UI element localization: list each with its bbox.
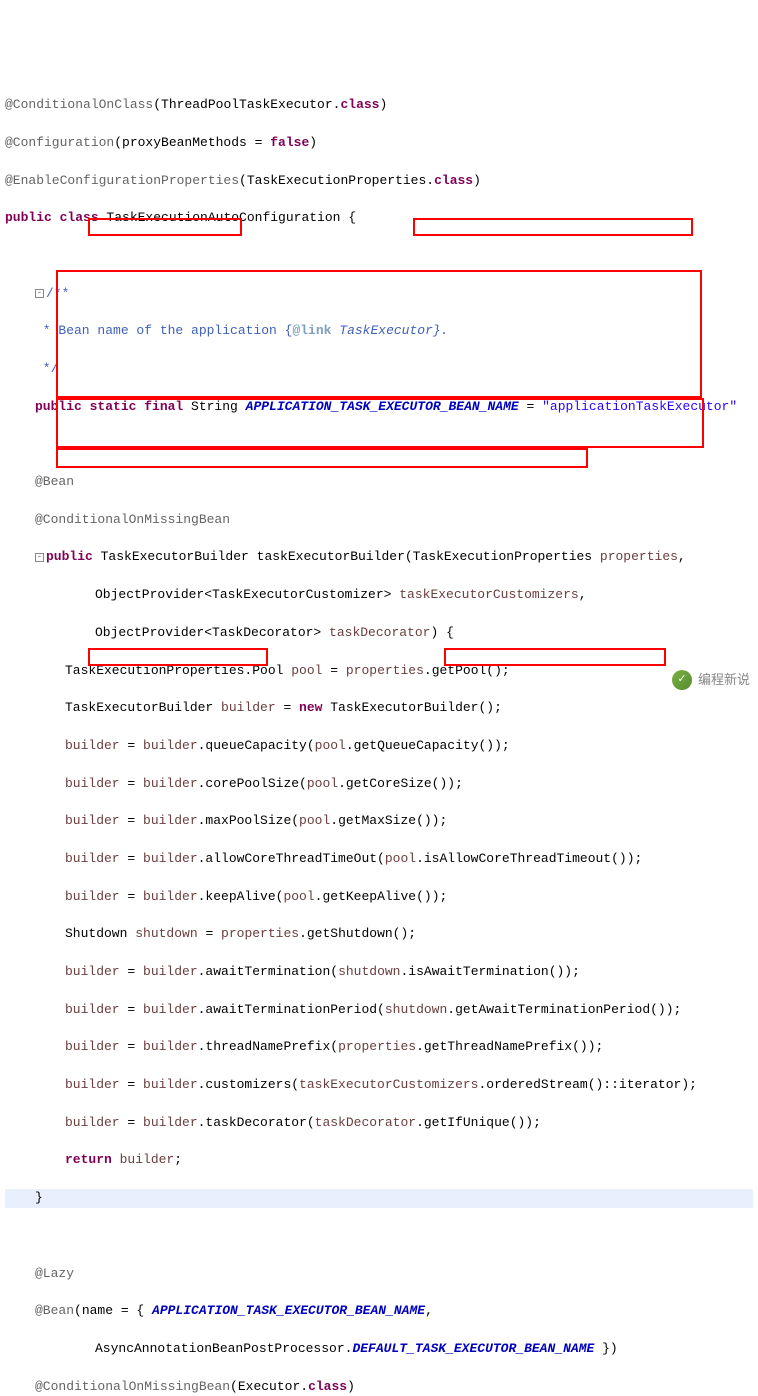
code-line: @Bean(name = { APPLICATION_TASK_EXECUTOR… (5, 1302, 753, 1321)
code-line: TaskExecutionProperties.Pool pool = prop… (5, 662, 753, 681)
code-line: builder = builder.customizers(taskExecut… (5, 1076, 753, 1095)
javadoc: * Bean name of the application {@link Ta… (5, 322, 753, 341)
watermark: ✓ 编程新说 (672, 670, 750, 690)
code-line: public class TaskExecutionAutoConfigurat… (5, 209, 753, 228)
code-line: return builder; (5, 1151, 753, 1170)
code-line: builder = builder.awaitTermination(shutd… (5, 963, 753, 982)
watermark-text: 编程新说 (698, 671, 750, 690)
fold-icon[interactable]: - (35, 289, 44, 298)
javadoc: -/** (5, 285, 753, 304)
blank-line (5, 247, 753, 266)
code-line: builder = builder.threadNamePrefix(prope… (5, 1038, 753, 1057)
code-line: builder = builder.keepAlive(pool.getKeep… (5, 888, 753, 907)
wechat-icon: ✓ (672, 670, 692, 690)
code-line: builder = builder.awaitTerminationPeriod… (5, 1001, 753, 1020)
code-line: TaskExecutorBuilder builder = new TaskEx… (5, 699, 753, 718)
code-line: public static final String APPLICATION_T… (5, 398, 753, 417)
code-editor[interactable]: @ConditionalOnClass(ThreadPoolTaskExecut… (0, 75, 758, 1396)
code-line: builder = builder.allowCoreThreadTimeOut… (5, 850, 753, 869)
javadoc: */ (5, 360, 753, 379)
code-line: ObjectProvider<TaskExecutorCustomizer> t… (5, 586, 753, 605)
code-line: -public TaskExecutorBuilder taskExecutor… (5, 548, 753, 567)
code-line: builder = builder.taskDecorator(taskDeco… (5, 1114, 753, 1133)
code-line: } (5, 1189, 753, 1208)
code-line: builder = builder.queueCapacity(pool.get… (5, 737, 753, 756)
code-line: @Configuration(proxyBeanMethods = false) (5, 134, 753, 153)
code-line: AsyncAnnotationBeanPostProcessor.DEFAULT… (5, 1340, 753, 1359)
code-line: @ConditionalOnClass(ThreadPoolTaskExecut… (5, 96, 753, 115)
code-line: Shutdown shutdown = properties.getShutdo… (5, 925, 753, 944)
code-line: @Lazy (5, 1265, 753, 1284)
blank-line (5, 1227, 753, 1246)
code-line: builder = builder.corePoolSize(pool.getC… (5, 775, 753, 794)
code-line: @ConditionalOnMissingBean (5, 511, 753, 530)
fold-icon[interactable]: - (35, 553, 44, 562)
code-line: @Bean (5, 473, 753, 492)
blank-line (5, 435, 753, 454)
code-line: builder = builder.maxPoolSize(pool.getMa… (5, 812, 753, 831)
code-line: @EnableConfigurationProperties(TaskExecu… (5, 172, 753, 191)
code-line: ObjectProvider<TaskDecorator> taskDecora… (5, 624, 753, 643)
code-line: @ConditionalOnMissingBean(Executor.class… (5, 1378, 753, 1396)
